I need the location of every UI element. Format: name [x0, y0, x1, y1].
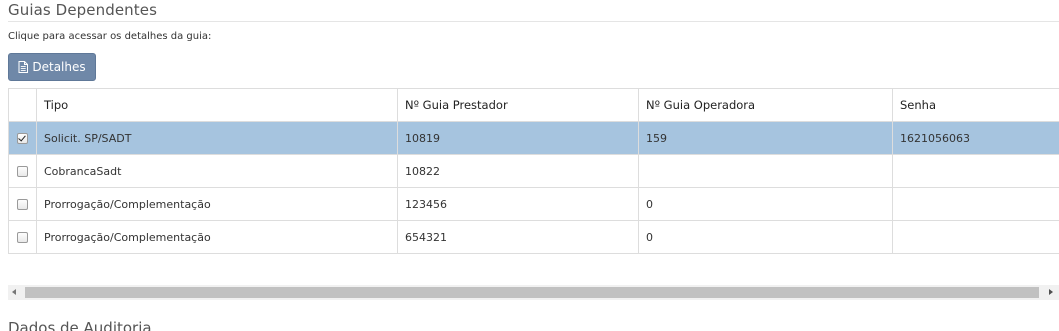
details-button[interactable]: Detalhes [8, 53, 96, 81]
cell-tipo: Prorrogação/Complementação [36, 220, 398, 254]
audit-section-title: Dados de Auditoria [8, 319, 152, 331]
cell-tipo: Solicit. SP/SADT [36, 121, 398, 155]
column-header-guia-operadora[interactable]: Nº Guia Operadora [638, 88, 893, 122]
cell-tipo: Prorrogação/Complementação [36, 187, 398, 221]
table-row[interactable]: CobrancaSadt 10822 [8, 154, 1059, 188]
row-checkbox[interactable] [17, 166, 28, 177]
cell-guia-prestador: 654321 [397, 220, 639, 254]
cell-guia-prestador: 10819 [397, 121, 639, 155]
details-button-label: Detalhes [32, 60, 86, 74]
row-checkbox[interactable] [17, 133, 28, 144]
dependent-guides-table: Tipo Nº Guia Prestador Nº Guia Operadora… [8, 88, 1059, 254]
scroll-left-arrow-icon[interactable] [12, 289, 16, 295]
cell-tipo: CobrancaSadt [36, 154, 398, 188]
page: Guias Dependentes Clique para acessar os… [0, 0, 1059, 331]
cell-senha [892, 187, 1059, 221]
cell-senha [892, 220, 1059, 254]
table-row[interactable]: Prorrogação/Complementação 654321 0 [8, 220, 1059, 254]
section-divider [8, 21, 1059, 22]
cell-guia-operadora [638, 154, 893, 188]
document-icon [18, 61, 29, 73]
column-header-tipo[interactable]: Tipo [36, 88, 398, 122]
section-title: Guias Dependentes [8, 1, 157, 19]
cell-senha: 1621056063 [892, 121, 1059, 155]
row-checkbox[interactable] [17, 232, 28, 243]
column-header-senha[interactable]: Senha [892, 88, 1059, 122]
cell-guia-operadora: 159 [638, 121, 893, 155]
scrollbar-thumb[interactable] [25, 287, 1039, 298]
table-header-row: Tipo Nº Guia Prestador Nº Guia Operadora… [8, 88, 1059, 122]
column-header-guia-prestador[interactable]: Nº Guia Prestador [397, 88, 639, 122]
instruction-text: Clique para acessar os detalhes da guia: [8, 31, 212, 42]
cell-guia-prestador: 10822 [397, 154, 639, 188]
row-checkbox[interactable] [17, 199, 28, 210]
header-select-cell [8, 88, 37, 122]
cell-senha [892, 154, 1059, 188]
table-row[interactable]: Solicit. SP/SADT 10819 159 1621056063 [8, 121, 1059, 155]
table-row[interactable]: Prorrogação/Complementação 123456 0 [8, 187, 1059, 221]
cell-guia-prestador: 123456 [397, 187, 639, 221]
cell-guia-operadora: 0 [638, 187, 893, 221]
scroll-right-arrow-icon[interactable] [1049, 289, 1053, 295]
horizontal-scrollbar[interactable] [8, 285, 1059, 300]
cell-guia-operadora: 0 [638, 220, 893, 254]
